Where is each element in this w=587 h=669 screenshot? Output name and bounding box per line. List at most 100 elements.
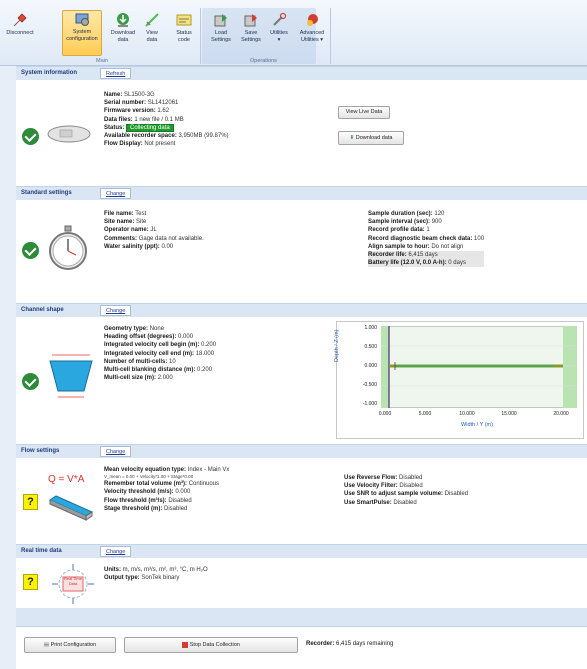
load-settings-icon	[214, 14, 227, 27]
device-icon	[47, 125, 91, 143]
field-multi-cells: Number of multi-cells: 10	[104, 358, 216, 366]
download-icon	[117, 13, 129, 27]
field-label: Mean velocity equation type:	[104, 467, 187, 473]
field-value: 1 new file / 0.1 MB	[134, 116, 184, 123]
field-cell-end: Integrated velocity cell end (m): 18.000	[104, 350, 216, 358]
status-ok-icon	[22, 242, 39, 259]
field-label: Units:	[104, 567, 121, 573]
chart-y-label: Depth / Z (m)	[334, 329, 340, 362]
field-value: Disabled	[399, 483, 423, 490]
field-label: Record profile data:	[368, 227, 425, 234]
standard-left-fields: File name: Test Site name: Site Operator…	[104, 210, 204, 251]
field-value: 10	[169, 358, 176, 365]
save-settings-label: Save Settings	[241, 30, 261, 43]
field-label: Multi-cell size (m):	[104, 375, 157, 382]
field-file-name: File name: Test	[104, 210, 204, 218]
section-header-flow: Flow settings Change	[16, 444, 587, 458]
field-units: Units: m, m/s, m³/s, m², m³, °C, m H₂O	[104, 566, 208, 574]
field-label: Heading offset (degrees):	[104, 334, 177, 341]
status-badge: Collecting data	[126, 123, 174, 132]
field-value: 0.200	[201, 342, 217, 349]
field-velocity-filter: Use Velocity Filter: Disabled	[344, 482, 468, 490]
field-value: Disabled	[164, 505, 188, 512]
status-ok-icon	[22, 373, 39, 390]
download-data-button[interactable]: Download data	[108, 12, 138, 56]
field-label: Integrated velocity cell end (m):	[104, 350, 195, 357]
field-mean-velocity-equation: Mean velocity equation type: Index - Mai…	[104, 466, 229, 474]
section-header-system: System information Refresh	[16, 66, 587, 80]
section-title: Standard settings	[21, 190, 72, 196]
view-live-data-button[interactable]: View Live Data	[338, 106, 390, 119]
system-configuration-label: System configuration	[66, 29, 98, 42]
change-flow-button[interactable]: Change	[100, 446, 132, 457]
field-label: Use SNR to adjust sample volume:	[344, 491, 444, 498]
field-value: JL	[150, 227, 157, 234]
download-small-icon: ⬇	[349, 135, 355, 141]
view-data-button[interactable]: View data	[140, 12, 164, 56]
system-info-panel: Name: SL1500-3G Serial number: SL1412061…	[16, 80, 587, 184]
field-value: Test	[135, 211, 147, 217]
utilities-button[interactable]: Utilities ▾	[266, 12, 292, 56]
download-data-panel-button[interactable]: ⬇ Download data	[338, 131, 404, 145]
field-value: Do not align	[431, 243, 464, 250]
y-tick: -1.000	[362, 401, 377, 407]
field-geometry-type: Geometry type: None	[104, 325, 216, 333]
field-name: Name: SL1500-3G	[104, 91, 229, 99]
field-flow-threshold: Flow threshold (m³/s): Disabled	[104, 497, 229, 505]
section-title: Real time data	[21, 548, 62, 554]
field-value: V_mean = 0.00 + Velocity*1.00 + Stage*0.…	[104, 474, 194, 480]
load-settings-button[interactable]: Load Settings	[208, 12, 234, 56]
y-tick: 0.500	[364, 344, 377, 350]
ribbon-separator	[330, 8, 331, 64]
field-sample-duration: Sample duration (sec): 120	[368, 210, 484, 218]
stop-data-collection-button[interactable]: Stop Data Collection	[124, 637, 298, 653]
field-value: m, m/s, m³/s, m², m³, °C, m H₂O	[122, 567, 208, 573]
field-value: Not present	[144, 141, 176, 148]
field-cell-begin: Integrated velocity cell begin (m): 0.20…	[104, 341, 216, 349]
field-value: 120	[434, 211, 445, 217]
save-settings-icon	[244, 14, 257, 27]
disconnect-button[interactable]: Disconnect	[4, 12, 36, 56]
channel-shape-panel: Geometry type: None Heading offset (degr…	[16, 317, 587, 442]
refresh-button[interactable]: Refresh	[100, 68, 132, 79]
load-settings-label: Load Settings	[211, 30, 231, 43]
utilities-label: Utilities ▾	[270, 30, 288, 43]
flow-right-fields: Use Reverse Flow: Disabled Use Velocity …	[344, 474, 468, 507]
field-operator-name: Operator name: JL	[104, 226, 204, 234]
field-label: Operator name:	[104, 227, 149, 234]
field-label: Use SmartPulse:	[344, 499, 392, 506]
field-value: Index - Main Vx	[187, 467, 230, 473]
field-flow-display: Flow Display: Not present	[104, 140, 229, 148]
group-label-main: Main	[96, 58, 108, 64]
field-value: SL1412061	[147, 100, 179, 107]
field-value: Disabled	[393, 499, 417, 506]
field-label: Use Velocity Filter:	[344, 483, 398, 490]
field-velocity-threshold: Velocity threshold (m/s): 0.000	[104, 488, 229, 496]
download-data-label: Download data	[110, 30, 136, 43]
advanced-utilities-icon	[307, 14, 318, 26]
change-standard-button[interactable]: Change	[100, 188, 132, 199]
warning-question-icon: ?	[23, 574, 38, 590]
x-tick: 20.000	[553, 411, 569, 417]
realtime-data-panel: ? Real Time Data Units: m, m/s, m³/s, m²…	[16, 558, 587, 608]
print-configuration-button[interactable]: ▤ Print Configuration	[24, 637, 116, 653]
flow-settings-panel: ? Q = V*A Mean velocity equation type: I…	[16, 458, 587, 538]
advanced-utilities-button[interactable]: Advanced Utilities ▾	[296, 12, 328, 56]
system-configuration-button[interactable]: System configuration	[62, 10, 102, 56]
save-settings-button[interactable]: Save Settings	[238, 12, 264, 56]
change-channel-button[interactable]: Change	[100, 305, 132, 316]
field-salinity: Water salinity (ppt): 0.00	[104, 243, 204, 251]
status-code-button[interactable]: Status code	[172, 12, 196, 56]
view-data-label: View data	[146, 30, 158, 43]
flow-fields: Mean velocity equation type: Index - Mai…	[104, 466, 229, 513]
field-value: 900	[431, 219, 442, 226]
field-record-profile: Record profile data: 1	[368, 226, 484, 234]
section-header-standard: Standard settings Change	[16, 186, 587, 200]
field-data-files: Data files: 1 new file / 0.1 MB	[104, 116, 229, 124]
field-value: 18.000	[195, 350, 215, 357]
chart-x-label: Width / Y (m)	[461, 422, 493, 428]
change-realtime-button[interactable]: Change	[100, 546, 132, 557]
realtime-fields: Units: m, m/s, m³/s, m², m³, °C, m H₂O O…	[104, 566, 208, 582]
field-label: Comments:	[104, 235, 138, 242]
field-label: Flow threshold (m³/s):	[104, 497, 167, 504]
